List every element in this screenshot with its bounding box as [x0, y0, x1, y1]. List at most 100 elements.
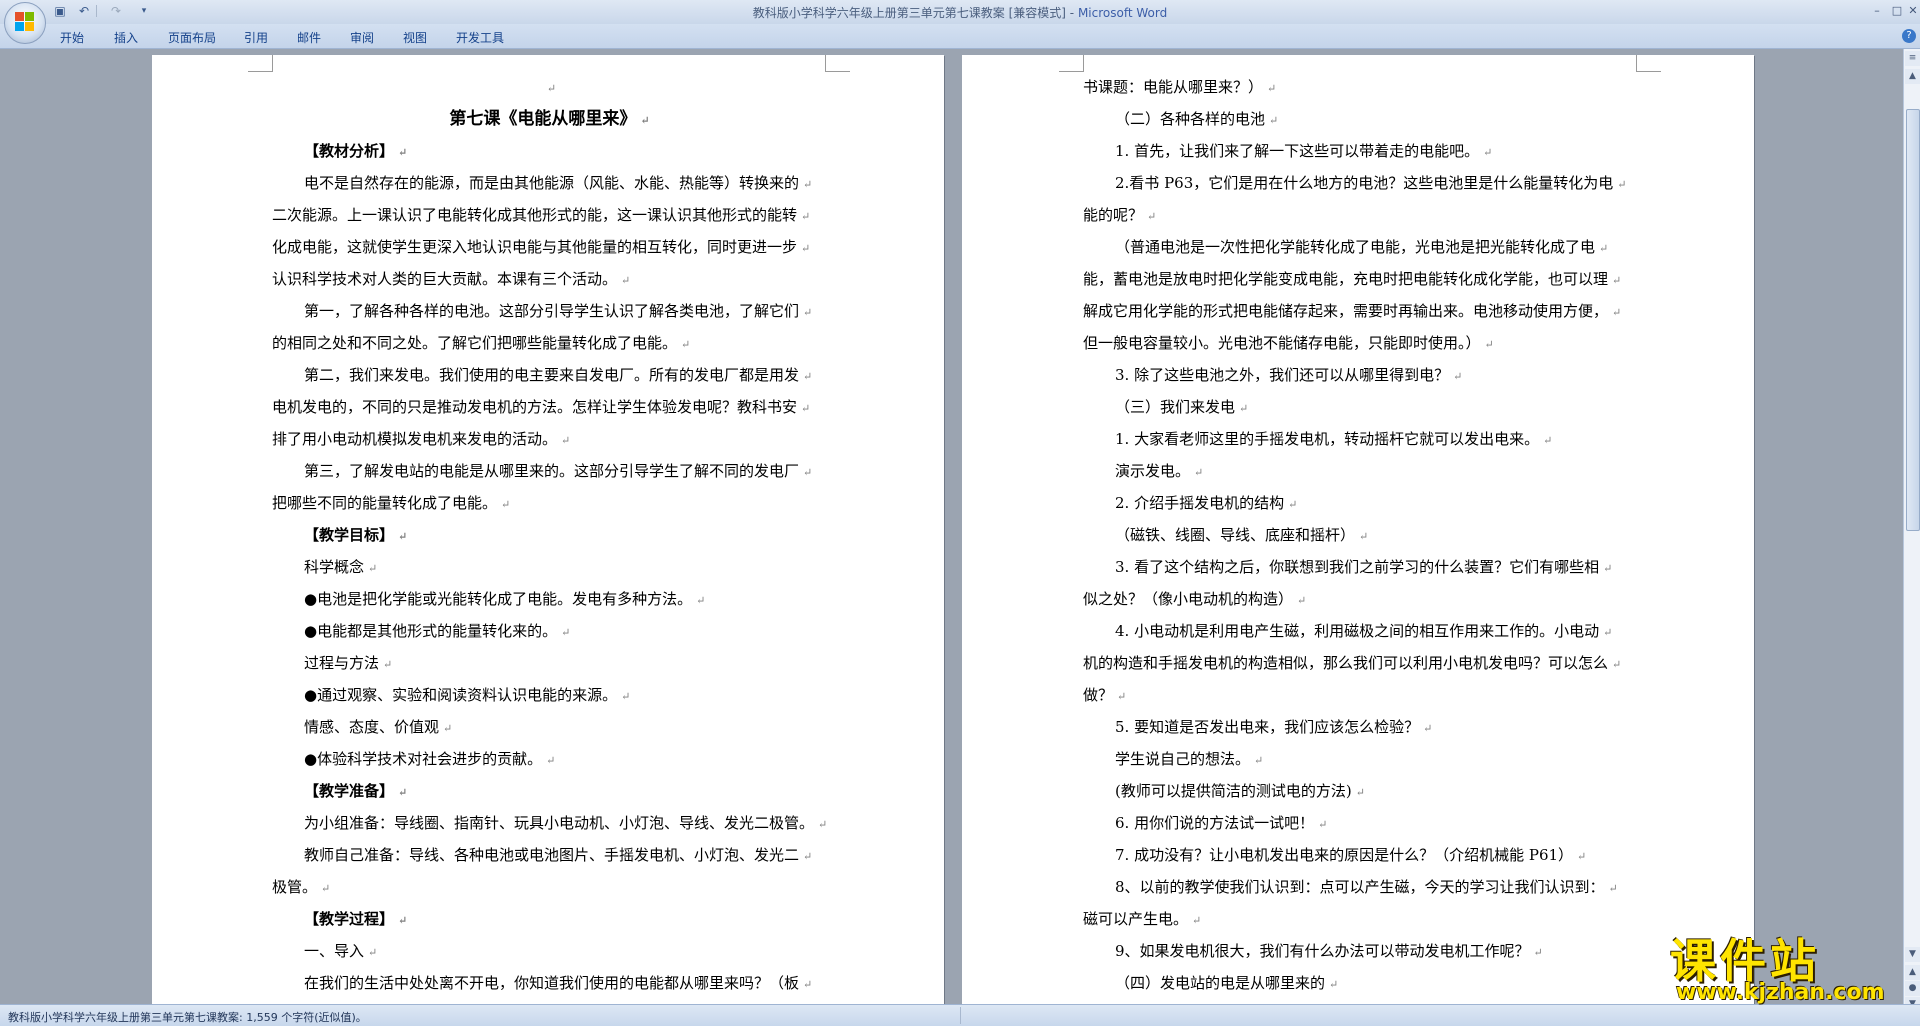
paragraph-line: （普通电池是一次性把化学能转化成了电能，光电池是把光能转化成了电 ↵	[1083, 231, 1638, 263]
paragraph-mark-icon: ↵	[368, 946, 378, 959]
scrollbar-thumb[interactable]	[1906, 109, 1920, 531]
ribbon-tab-bar: 开始 插入 页面布局 引用 邮件 审阅 视图 开发工具 ?	[0, 24, 1920, 49]
line-text: 4. 小电动机是利用电产生磁，利用磁极之间的相互作用来工作的。小电动	[1115, 622, 1600, 640]
crop-mark	[825, 55, 850, 72]
office-button[interactable]	[4, 2, 46, 44]
page-left[interactable]: ↵ 第七课《电能从哪里来》 ↵ 【教材分析】 ↵ 电不是自然存在的能源，而是由其他能源（风…	[152, 55, 944, 1004]
page-right[interactable]: 书课题：电能从哪里来？） ↵ （二）各种各样的电池 ↵ 1. 首先，让我们来了解一下这些…	[962, 55, 1754, 1004]
paragraph-mark-icon: ↵	[1484, 338, 1494, 351]
scroll-up-icon[interactable]: ▲	[1905, 69, 1920, 84]
paragraph-mark-icon: ↵	[1297, 594, 1307, 607]
paragraph-mark-icon: ↵	[398, 146, 408, 159]
tab-insert[interactable]: 插入	[114, 29, 138, 46]
vertical-scrollbar[interactable]: ≡ ▲ ▼ ▲ ● ▼	[1903, 49, 1920, 1012]
minimize-icon[interactable]: –	[1866, 2, 1888, 20]
line-text: 能的呢？	[1083, 206, 1144, 224]
line-text: 化成电能，这就使学生更深入地认识电能与其他能量的相互转化，同时更进一步	[272, 238, 798, 256]
paragraph-mark-icon: ↵	[1612, 274, 1622, 287]
line-text: ●电池是把化学能或光能转化成了电能。发电有多种方法。	[304, 590, 693, 608]
watermark: 课件站 www.kjzhan.com	[1670, 925, 1910, 1005]
paragraph-mark-icon: ↵	[398, 530, 408, 543]
paragraph-line: 一、导入 ↵	[272, 935, 827, 967]
paragraph-mark-icon: ↵	[1239, 402, 1249, 415]
paragraph-line: 磁可以产生电。 ↵	[1083, 903, 1638, 935]
paragraph-mark-icon: ↵	[640, 114, 650, 127]
line-text: 9、如果发电机很大，我们有什么办法可以带动发电机工作呢？	[1115, 942, 1530, 960]
line-text: 把哪些不同的能量转化成了电能。	[272, 494, 498, 512]
tab-mailings[interactable]: 邮件	[297, 29, 321, 46]
paragraph-line: 能，蓄电池是放电时把化学能变成电能，充电时把电能转化成化学能，也可以理 ↵	[1083, 263, 1638, 295]
paragraph-line: 第一，了解各种各样的电池。这部分引导学生认识了解各类电池，了解它们 ↵	[272, 295, 827, 327]
line-text: 6. 用你们说的方法试一试吧！	[1115, 814, 1315, 832]
paragraph-line: 似之处？（像小电动机的构造） ↵	[1083, 583, 1638, 615]
line-text: 机的构造和手摇发电机的构造相似，那么我们可以利用小电机发电吗？可以怎么	[1083, 654, 1609, 672]
paragraph-mark-icon: ↵	[1147, 210, 1157, 223]
tab-home[interactable]: 开始	[60, 29, 84, 46]
tab-view[interactable]: 视图	[403, 29, 427, 46]
line-text: 做？	[1083, 686, 1114, 704]
paragraph-mark-icon: ↵	[1453, 370, 1463, 383]
close-icon[interactable]: ✕	[1902, 2, 1920, 20]
section-heading: 【教学目标】 ↵	[272, 519, 827, 551]
paragraph-line: 过程与方法 ↵	[272, 647, 827, 679]
section-heading: 【教材分析】 ↵	[272, 135, 827, 167]
paragraph-line: 化成电能，这就使学生更深入地认识电能与其他能量的相互转化，同时更进一步 ↵	[272, 231, 827, 263]
tab-review[interactable]: 审阅	[350, 29, 374, 46]
paragraph-mark-icon: ↵	[368, 562, 378, 575]
paragraph-mark-icon: ↵	[696, 594, 706, 607]
paragraph-mark-icon: ↵	[801, 402, 811, 415]
line-text: (教师可以提供简洁的测试电的方法)	[1115, 782, 1352, 800]
line-text: 第七课《电能从哪里来》	[449, 109, 637, 129]
line-text: 但一般电容量较小。光电池不能储存电能，只能即时使用。）	[1083, 334, 1481, 352]
paragraph-mark-icon: ↵	[621, 690, 631, 703]
line-text: 书课题：电能从哪里来？）	[1083, 78, 1264, 96]
paragraph-mark-icon: ↵	[398, 914, 408, 927]
paragraph-line: 1. 首先，让我们来了解一下这些可以带着走的电能吧。 ↵	[1083, 135, 1638, 167]
paragraph-line: 4. 小电动机是利用电产生磁，利用磁极之间的相互作用来工作的。小电动 ↵	[1083, 615, 1638, 647]
line-text: 电不是自然存在的能源，而是由其他能源（风能、水能、热能等）转换来的	[304, 174, 800, 192]
line-text: 电机发电的，不同的只是推动发电机的方法。怎样让学生体验发电呢？教科书安	[272, 398, 798, 416]
paragraph-line: （四）发电站的电是从哪里来的 ↵	[1083, 967, 1638, 999]
paragraph-line: 8、以前的教学使我们认识到：点可以产生磁，今天的学习让我们认识到： ↵	[1083, 871, 1638, 903]
line-text: 7. 成功没有？让小电机发出电来的原因是什么？（介绍机械能 P61）	[1115, 846, 1574, 864]
tab-references[interactable]: 引用	[244, 29, 268, 46]
paragraph-mark-icon: ↵	[1608, 882, 1618, 895]
section-heading: 【教学准备】 ↵	[272, 775, 827, 807]
office-logo-icon	[15, 12, 35, 32]
paragraph-line: ●电池是把化学能或光能转化成了电能。发电有多种方法。 ↵	[272, 583, 827, 615]
help-icon[interactable]: ?	[1902, 29, 1916, 43]
paragraph-mark-icon: ↵	[803, 466, 813, 479]
paragraph-line: 的相同之处和不同之处。了解它们把哪些能量转化成了电能。 ↵	[272, 327, 827, 359]
line-text: 科学概念	[304, 558, 365, 576]
title-bar: ▣ ↶ ↷ ▾ 教科版小学科学六年级上册第三单元第七课教案 [兼容模式] - M…	[0, 0, 1920, 24]
line-text: 1. 首先，让我们来了解一下这些可以带着走的电能吧。	[1115, 142, 1480, 160]
paragraph-mark-icon: ↵	[1117, 690, 1127, 703]
line-text: 3. 除了这些电池之外，我们还可以从哪里得到电？	[1115, 366, 1450, 384]
line-text: 【教材分析】	[304, 142, 395, 160]
paragraph-line: 3. 看了这个结构之后，你联想到我们之前学习的什么装置？它们有哪些相 ↵	[1083, 551, 1638, 583]
paragraph-line: 情感、态度、价值观 ↵	[272, 711, 827, 743]
paragraph-line: ↵	[272, 71, 827, 103]
line-text: 能，蓄电池是放电时把化学能变成电能，充电时把电能转化成化学能，也可以理	[1083, 270, 1609, 288]
line-text: ●电能都是其他形式的能量转化来的。	[304, 622, 558, 640]
paragraph-mark-icon: ↵	[1194, 466, 1204, 479]
paragraph-mark-icon: ↵	[1483, 146, 1493, 159]
right-page-content[interactable]: 书课题：电能从哪里来？） ↵ （二）各种各样的电池 ↵ 1. 首先，让我们来了解一下这些…	[1083, 71, 1638, 999]
paragraph-mark-icon: ↵	[1355, 786, 1365, 799]
paragraph-line: 9、如果发电机很大，我们有什么办法可以带动发电机工作呢？ ↵	[1083, 935, 1638, 967]
paragraph-mark-icon: ↵	[398, 786, 408, 799]
paragraph-mark-icon: ↵	[1267, 82, 1277, 95]
paragraph-mark-icon: ↵	[561, 626, 571, 639]
tab-developer[interactable]: 开发工具	[456, 29, 504, 46]
tab-page-layout[interactable]: 页面布局	[168, 29, 216, 46]
title-separator: -	[1065, 6, 1078, 20]
paragraph-mark-icon: ↵	[383, 658, 393, 671]
status-word-count[interactable]: 教科版小学科学六年级上册第三单元第七课教案: 1,559 个字符(近似值)。	[8, 1009, 367, 1025]
left-page-content[interactable]: ↵ 第七课《电能从哪里来》 ↵ 【教材分析】 ↵ 电不是自然存在的能源，而是由其他能源（风…	[272, 71, 827, 999]
paragraph-mark-icon: ↵	[1603, 562, 1613, 575]
paragraph-line: 电机发电的，不同的只是推动发电机的方法。怎样让学生体验发电呢？教科书安 ↵	[272, 391, 827, 423]
view-ruler-icon[interactable]: ≡	[1905, 51, 1920, 66]
paragraph-mark-icon: ↵	[1423, 722, 1433, 735]
line-text: （四）发电站的电是从哪里来的	[1115, 974, 1326, 992]
window-title: 教科版小学科学六年级上册第三单元第七课教案 [兼容模式] - Microsoft…	[0, 4, 1920, 21]
